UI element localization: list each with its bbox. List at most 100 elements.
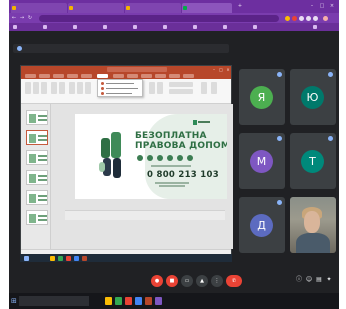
participant-tile[interactable]: Я: [239, 69, 285, 125]
bookmark-item[interactable]: [133, 24, 159, 30]
mic-off-icon: [277, 72, 282, 77]
activities-icon[interactable]: ✦: [325, 276, 333, 284]
taskbar-app-icon[interactable]: [155, 297, 162, 305]
mic-off-icon: [328, 136, 333, 141]
extension-icon[interactable]: [292, 15, 297, 21]
bookmark-item[interactable]: [103, 24, 129, 30]
ppt-tab: [81, 74, 92, 78]
chat-icon[interactable]: ▤: [315, 276, 323, 284]
chrome-icon[interactable]: [135, 297, 142, 305]
ribbon-button: [157, 82, 163, 94]
tab-favicon-icon: [69, 6, 73, 10]
bookmark-icon: [43, 25, 47, 29]
forward-icon[interactable]: →: [19, 15, 25, 21]
participant-avatar: М: [250, 150, 273, 173]
new-tab-button[interactable]: +: [237, 2, 243, 10]
screen: + – □ × ← → ↻ – □ × БЕЗОПЛАТНА ПРАВОВА Д…: [9, 0, 339, 309]
ppt-tab: [183, 74, 194, 78]
bookmark-item[interactable]: [253, 24, 279, 30]
reload-icon[interactable]: ↻: [27, 15, 33, 21]
host-windows-taskbar: ⊞: [9, 293, 339, 309]
slide-footer-text: [159, 185, 185, 187]
present-icon[interactable]: ▲: [196, 275, 208, 287]
ppt-tab: [169, 74, 180, 78]
bookmark-item[interactable]: [223, 24, 249, 30]
menu-item: [106, 82, 134, 85]
taskbar-app-icon[interactable]: [125, 297, 132, 305]
ribbon-button: [59, 82, 65, 94]
extension-icon[interactable]: [285, 15, 290, 21]
ppt-tab: [113, 74, 124, 78]
ppt-tab: [141, 74, 152, 78]
info-icon[interactable]: ⓘ: [295, 276, 303, 284]
bookmark-item[interactable]: [163, 24, 189, 30]
ppt-tab: [155, 74, 166, 78]
participant-tile[interactable]: Т: [290, 133, 336, 189]
bookmark-item[interactable]: [73, 24, 99, 30]
minimize-icon[interactable]: –: [309, 2, 315, 10]
extension-icon[interactable]: [313, 15, 318, 21]
bookmark-folder[interactable]: [313, 24, 335, 30]
menu-item-icon: [101, 87, 104, 90]
ribbon-button: [85, 82, 91, 94]
folder-icon: [313, 25, 317, 29]
bookmark-item[interactable]: [193, 24, 219, 30]
browser-tab[interactable]: [68, 3, 124, 13]
back-icon[interactable]: ←: [11, 15, 17, 21]
slide-phone-number: 0 800 213 103: [147, 170, 219, 180]
mic-icon[interactable]: ●: [151, 275, 163, 287]
ribbon-button: [201, 82, 207, 94]
meet-controls-bar: ● ■ ▭ ▲ ⋮ ✆ ⓘ ☺ ▤ ✦: [9, 270, 339, 293]
close-icon[interactable]: ×: [329, 2, 335, 10]
participant-video-tile[interactable]: [290, 197, 336, 253]
file-explorer-icon[interactable]: [105, 297, 112, 305]
people-icon[interactable]: ☺: [305, 276, 313, 284]
ppt-tab: [67, 74, 78, 78]
browser-tab[interactable]: [125, 3, 181, 13]
browser-tab[interactable]: [11, 3, 67, 13]
mic-off-icon: [328, 72, 333, 77]
camera-icon[interactable]: ■: [166, 275, 178, 287]
participant-tile[interactable]: М: [239, 133, 285, 189]
ppt-tab-selected: [97, 74, 108, 78]
ppt-tab: [53, 74, 64, 78]
ppt-title-bar: – □ ×: [21, 66, 231, 73]
windows-logo-icon: [24, 255, 29, 261]
slide-illustration-people: [99, 132, 127, 182]
browser-tab-active[interactable]: [182, 3, 232, 13]
url-field[interactable]: [39, 14, 279, 22]
more-icon[interactable]: ⋮: [211, 275, 223, 287]
taskbar-app-icon[interactable]: [115, 297, 122, 305]
menu-item: [106, 87, 138, 90]
extension-icon[interactable]: [306, 15, 311, 21]
ppt-slide-canvas: БЕЗОПЛАТНА ПРАВОВА ДОПОМОГА 0 800 213 10…: [51, 104, 233, 249]
taskbar-app-icon: [50, 255, 55, 261]
captions-icon[interactable]: ▭: [181, 275, 193, 287]
ribbon-button: [77, 82, 83, 94]
participant-tile[interactable]: Ю: [290, 69, 336, 125]
ribbon-button: [51, 82, 57, 94]
powerpoint-icon[interactable]: [145, 297, 152, 305]
ppt-dropdown-menu: [97, 79, 143, 97]
mic-off-icon: [277, 136, 282, 141]
participant-tile[interactable]: Д: [239, 197, 285, 253]
current-slide: БЕЗОПЛАТНА ПРАВОВА ДОПОМОГА 0 800 213 10…: [75, 114, 227, 199]
bookmark-item[interactable]: [13, 24, 39, 30]
windows-logo-icon[interactable]: ⊞: [11, 297, 18, 305]
slide-thumbnail: [26, 210, 48, 225]
ppt-tab: [127, 74, 138, 78]
maximize-icon[interactable]: □: [319, 2, 325, 10]
taskbar-search[interactable]: [19, 296, 89, 306]
extension-icon[interactable]: [299, 15, 304, 21]
slide-thumbnail: [26, 150, 48, 165]
profile-avatar[interactable]: [323, 15, 328, 21]
slide-logo: [193, 120, 211, 125]
slide-headline-line2: ПРАВОВА ДОПОМОГА: [135, 141, 227, 151]
leave-call-icon[interactable]: ✆: [226, 275, 242, 287]
bookmark-icon: [193, 25, 197, 29]
menu-item-icon: [101, 82, 104, 85]
slide-thumbnail: [26, 110, 48, 125]
bookmark-item[interactable]: [43, 24, 69, 30]
ppt-tab: [25, 74, 36, 78]
ribbon-button: [69, 82, 75, 94]
